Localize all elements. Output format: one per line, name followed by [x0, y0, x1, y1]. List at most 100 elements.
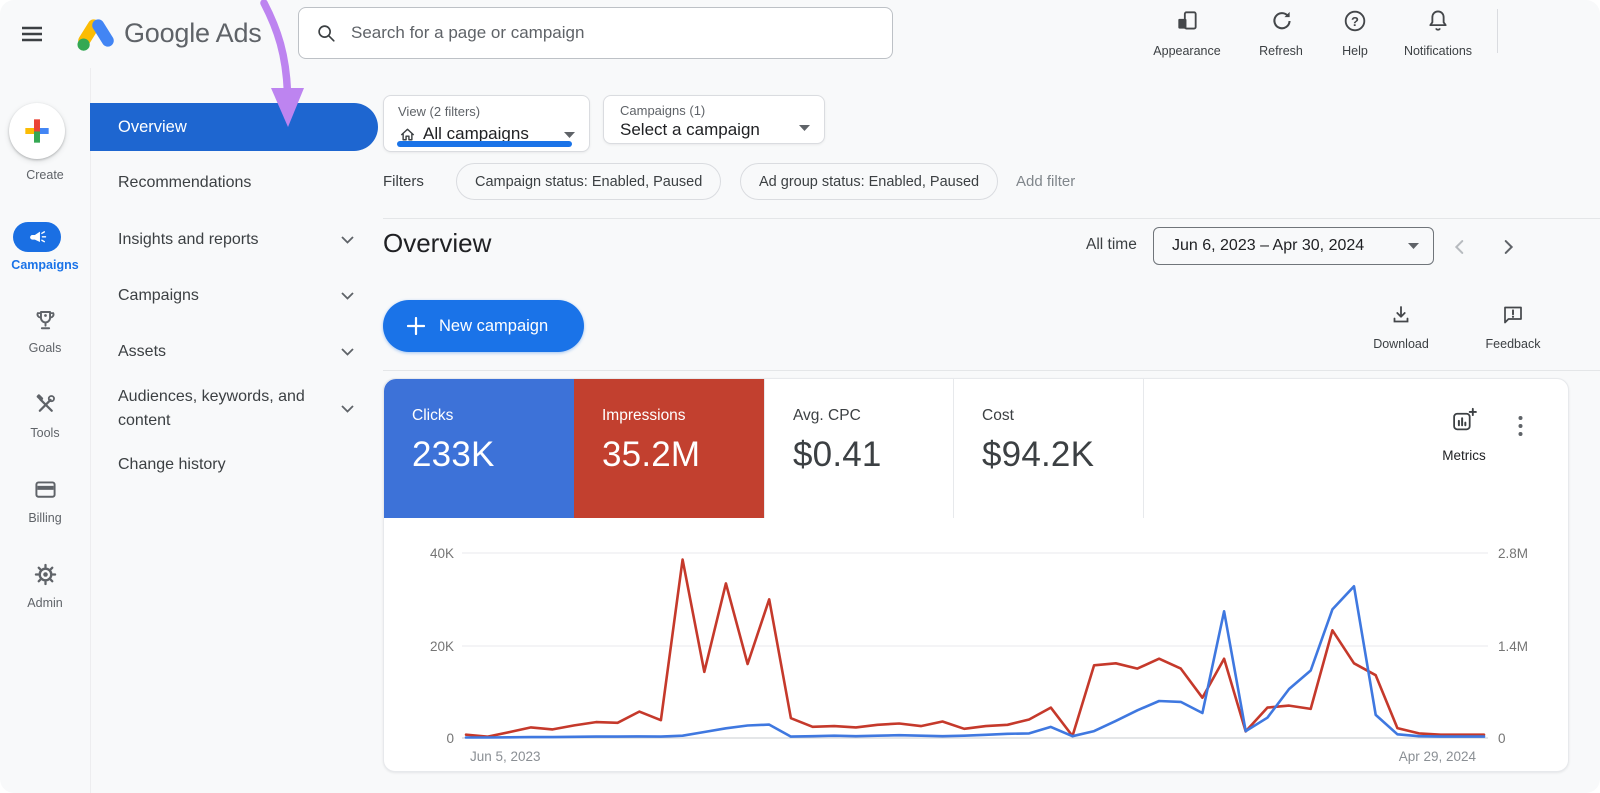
rail-item-goals[interactable] [0, 308, 90, 333]
svg-text:?: ? [1351, 14, 1359, 29]
date-range-value: Jun 6, 2023 – Apr 30, 2024 [1172, 237, 1364, 255]
hamburger-icon [19, 21, 45, 47]
kebab-menu-icon [1518, 415, 1523, 437]
nav-item-change-history[interactable]: Change history [90, 445, 378, 485]
nav-item-recommendations[interactable]: Recommendations [90, 163, 378, 203]
search-input[interactable] [349, 22, 876, 44]
feedback-label: Feedback [1486, 337, 1541, 351]
rail-item-campaigns[interactable] [13, 222, 61, 252]
gear-icon [33, 562, 58, 587]
rail-item-tools[interactable] [0, 392, 90, 417]
help-button[interactable]: ? Help [1310, 6, 1400, 62]
overview-chart-card: Clicks 233K Impressions 35.2M Avg. CPC $… [383, 378, 1569, 772]
plus-icon [407, 317, 425, 335]
rail-item-admin[interactable] [0, 562, 90, 587]
add-filter-button[interactable]: Add filter [1016, 173, 1075, 190]
rail-label-campaigns: Campaigns [0, 258, 90, 272]
download-icon [1389, 303, 1413, 327]
new-campaign-button[interactable]: New campaign [383, 300, 584, 352]
appearance-icon [1174, 8, 1200, 34]
rail-label-billing: Billing [0, 511, 90, 525]
nav-label-overview: Overview [118, 118, 187, 137]
google-ads-app-window: Google Ads Appearance Refresh ? Help [0, 0, 1600, 793]
new-campaign-label: New campaign [439, 317, 548, 336]
scorecard-value: $94.2K [982, 435, 1143, 475]
rail-label-goals: Goals [0, 341, 90, 355]
filter-chip-ad-group-status[interactable]: Ad group status: Enabled, Paused [740, 163, 998, 200]
rail-label-tools: Tools [0, 426, 90, 440]
view-dropdown-label: View (2 filters) [398, 104, 480, 119]
plus-icon [23, 117, 51, 145]
view-filter-dropdown[interactable]: View (2 filters) All campaigns [383, 95, 590, 152]
left-axis-tick: 40K [430, 546, 454, 561]
nav-item-assets[interactable]: Assets [90, 332, 378, 372]
caret-down-icon [1408, 243, 1419, 249]
scorecard-value: 233K [412, 435, 574, 475]
card-more-options-button[interactable] [1510, 413, 1530, 439]
filter-chip-campaign-status[interactable]: Campaign status: Enabled, Paused [456, 163, 721, 200]
scorecard-label: Clicks [412, 407, 574, 425]
impressions-line-series [466, 560, 1484, 737]
chevron-down-icon [341, 236, 354, 244]
clicks-line-series [466, 586, 1484, 737]
appearance-button[interactable]: Appearance [1142, 6, 1232, 62]
notifications-icon [1425, 8, 1451, 34]
nav-item-campaigns[interactable]: Campaigns [90, 276, 378, 316]
next-period-button[interactable] [1492, 231, 1524, 263]
right-axis-tick: 0 [1498, 731, 1506, 746]
chevron-left-icon [1449, 236, 1471, 258]
search-icon [315, 22, 337, 44]
metrics-label: Metrics [1442, 448, 1486, 463]
previous-period-button[interactable] [1444, 231, 1476, 263]
billing-card-icon [33, 477, 58, 502]
nav-item-insights-and-reports[interactable]: Insights and reports [90, 220, 378, 260]
metrics-icon [1451, 407, 1478, 434]
global-search[interactable] [298, 7, 893, 59]
topbar-divider [1497, 9, 1498, 53]
refresh-icon [1268, 8, 1294, 34]
google-ads-logo-icon [76, 12, 120, 54]
right-axis-tick: 1.4M [1498, 639, 1528, 654]
notifications-label: Notifications [1404, 44, 1472, 58]
scorecard-label: Impressions [602, 407, 764, 425]
nav-label-insights: Insights and reports [118, 228, 259, 252]
rail-item-create[interactable] [9, 103, 65, 159]
help-icon: ? [1342, 8, 1368, 34]
feedback-button[interactable]: Feedback [1465, 301, 1561, 353]
tools-icon [33, 392, 58, 417]
campaign-dropdown-label: Campaigns (1) [620, 103, 705, 118]
notifications-button[interactable]: Notifications [1393, 6, 1483, 62]
nav-label-change-history: Change history [118, 453, 226, 477]
scorecard-cost[interactable]: Cost $94.2K [954, 379, 1144, 518]
chip-label: Campaign status: Enabled, Paused [475, 174, 702, 190]
metrics-button[interactable]: Metrics [1432, 407, 1496, 463]
scorecard-impressions[interactable]: Impressions 35.2M [574, 379, 764, 518]
google-ads-logo[interactable] [76, 12, 120, 59]
scorecard-avg-cpc[interactable]: Avg. CPC $0.41 [764, 379, 954, 518]
rail-item-billing[interactable] [0, 477, 90, 502]
date-range-picker[interactable]: Jun 6, 2023 – Apr 30, 2024 [1153, 227, 1434, 265]
chevron-right-icon [1497, 236, 1519, 258]
rail-label-admin: Admin [0, 596, 90, 610]
performance-trend-chart: 40K 20K 0 2.8M 1.4M 0 Jun 5, 2023 Apr 29… [384, 519, 1570, 771]
right-axis-tick: 2.8M [1498, 546, 1528, 561]
section-divider [383, 370, 1600, 371]
brand-title: Google Ads [124, 18, 262, 49]
nav-item-overview[interactable]: Overview [90, 103, 378, 151]
nav-label-recommendations: Recommendations [118, 171, 251, 195]
x-axis-start-label: Jun 5, 2023 [470, 749, 541, 764]
nav-item-audiences-keywords-content[interactable]: Audiences, keywords, and content [90, 379, 378, 439]
chip-label: Ad group status: Enabled, Paused [759, 174, 979, 190]
scorecard-value: $0.41 [793, 435, 953, 475]
scorecard-clicks[interactable]: Clicks 233K [384, 379, 574, 518]
page-title: Overview [383, 228, 491, 259]
active-view-indicator [397, 141, 572, 147]
main-menu-button[interactable] [14, 16, 50, 52]
scorecard-label: Cost [982, 407, 1143, 425]
download-button[interactable]: Download [1353, 301, 1449, 353]
trophy-icon [33, 308, 58, 333]
chevron-down-icon [341, 348, 354, 356]
campaign-select-dropdown[interactable]: Campaigns (1) Select a campaign [603, 95, 825, 144]
nav-label-audiences: Audiences, keywords, and content [118, 385, 336, 433]
appearance-label: Appearance [1153, 44, 1220, 58]
